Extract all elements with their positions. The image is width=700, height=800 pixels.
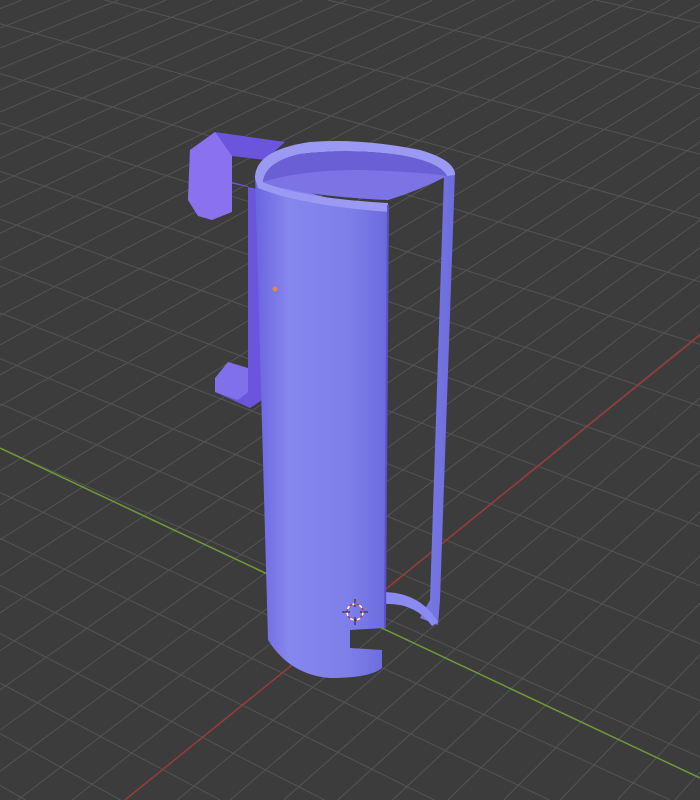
grid-line — [0, 0, 23, 9]
grid-line — [616, 710, 700, 800]
grid-line — [0, 682, 221, 800]
grid-line — [0, 0, 120, 49]
viewport-canvas[interactable] — [0, 0, 700, 800]
grid-line — [0, 784, 26, 800]
object-origin-icon — [272, 286, 278, 292]
3d-viewport[interactable] — [0, 0, 700, 800]
grid-line — [0, 0, 213, 91]
grid-line — [0, 633, 325, 800]
grid-line — [337, 470, 700, 800]
grid-line — [0, 0, 304, 136]
grid-line — [503, 602, 700, 800]
mesh-object[interactable] — [188, 132, 455, 678]
grid-line — [0, 0, 259, 113]
main-cylinder — [255, 175, 388, 678]
outer-shell — [380, 150, 455, 625]
grid-line — [559, 654, 700, 800]
grid-line — [0, 0, 167, 70]
